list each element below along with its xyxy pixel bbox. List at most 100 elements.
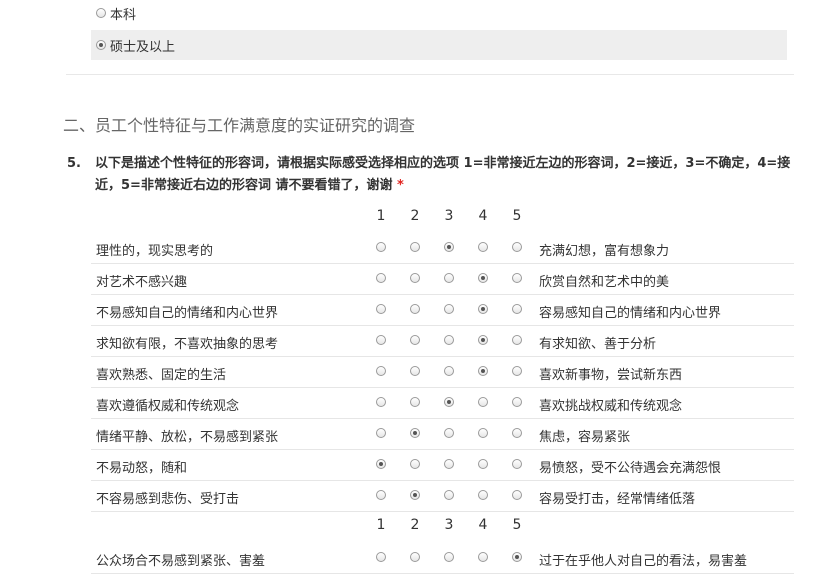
matrix-row: 情绪平静、放松，不易感到紧张 焦虑，容易紧张 [91,418,794,450]
scale-label: 3 [444,517,454,533]
scale-radio-2[interactable] [410,552,420,562]
scale-radio-1[interactable] [376,366,386,376]
scale-radio-3[interactable] [444,242,454,252]
scale-radio-2[interactable] [410,459,420,469]
scale-radio-5[interactable] [512,397,522,407]
scale-radio-4[interactable] [478,552,488,562]
scale-radio-2[interactable] [410,490,420,500]
scale-radio-2[interactable] [410,242,420,252]
scale-label: 1 [376,517,386,533]
scale-radio-1[interactable] [376,490,386,500]
row-right-label: 喜欢挑战权威和传统观念 [539,399,683,414]
scale-radio-4[interactable] [478,459,488,469]
scale-label: 5 [512,208,522,224]
scale-radio-5[interactable] [512,490,522,500]
scale-radio-3[interactable] [444,397,454,407]
section-divider [66,74,794,75]
radio-undergraduate[interactable] [96,8,106,18]
scale-radio-2[interactable] [410,304,420,314]
scale-radio-5[interactable] [512,366,522,376]
scale-radio-1[interactable] [376,428,386,438]
row-left-label: 求知欲有限，不喜欢抽象的思考 [96,337,279,352]
scale-radio-4[interactable] [478,304,488,314]
scale-label: 4 [478,208,488,224]
row-right-label: 容易感知自己的情绪和内心世界 [539,306,722,321]
matrix-row: 理性的，现实思考的 充满幻想，富有想象力 [91,232,794,264]
scale-radio-1[interactable] [376,242,386,252]
scale-radio-3[interactable] [444,490,454,500]
row-left-label: 情绪平静、放松，不易感到紧张 [96,430,279,445]
scale-radio-3[interactable] [444,304,454,314]
row-left-label: 喜欢熟悉、固定的生活 [96,368,227,383]
scale-radio-5[interactable] [512,335,522,345]
scale-radio-2[interactable] [410,335,420,345]
option-label: 本科 [110,7,137,23]
scale-radio-3[interactable] [444,366,454,376]
scale-radio-2[interactable] [410,273,420,283]
row-right-label: 喜欢新事物，尝试新东西 [539,368,683,383]
matrix-row: 不易感知自己的情绪和内心世界 容易感知自己的情绪和内心世界 [91,294,794,326]
scale-radio-2[interactable] [410,366,420,376]
scale-label: 4 [478,517,488,533]
row-right-label: 过于在乎他人对自己的看法，易害羞 [539,554,748,569]
scale-radio-4[interactable] [478,397,488,407]
scale-radio-5[interactable] [512,242,522,252]
scale-radio-3[interactable] [444,552,454,562]
scale-radio-1[interactable] [376,459,386,469]
scale-radio-5[interactable] [512,304,522,314]
question-text-wrap: 以下是描述个性特征的形容词，请根据实际感受选择相应的选项 1=非常接近左边的形容… [95,153,797,197]
scale-radio-5[interactable] [512,428,522,438]
scale-radio-5[interactable] [512,552,522,562]
row-right-label: 易愤怒，受不公待遇会充满怨恨 [539,461,722,476]
scale-radio-1[interactable] [376,552,386,562]
scale-label: 2 [410,208,420,224]
row-left-label: 公众场合不易感到紧张、害羞 [96,554,266,569]
question-title: 5. 以下是描述个性特征的形容词，请根据实际感受选择相应的选项 1=非常接近左边… [67,153,797,197]
scale-label: 2 [410,517,420,533]
row-right-label: 充满幻想，富有想象力 [539,244,670,259]
option-label: 硕士及以上 [110,39,176,55]
question-text: 以下是描述个性特征的形容词，请根据实际感受选择相应的选项 1=非常接近左边的形容… [95,156,791,193]
scale-label: 5 [512,517,522,533]
scale-radio-2[interactable] [410,428,420,438]
row-left-label: 不易动怒，随和 [96,461,188,476]
scale-header-repeat: 1 2 3 4 5 [364,517,534,537]
prev-option-masters[interactable]: 硕士及以上 [91,30,787,60]
matrix-row: 公众场合不易感到紧张、害羞 过于在乎他人对自己的看法，易害羞 [91,542,794,574]
scale-radio-4[interactable] [478,242,488,252]
scale-radio-3[interactable] [444,273,454,283]
prev-option-undergraduate[interactable]: 本科 [91,4,787,23]
scale-label: 3 [444,208,454,224]
radio-masters[interactable] [96,40,106,50]
scale-radio-4[interactable] [478,490,488,500]
scale-radio-4[interactable] [478,335,488,345]
matrix-row: 求知欲有限，不喜欢抽象的思考 有求知欲、善于分析 [91,325,794,357]
scale-radio-1[interactable] [376,397,386,407]
row-left-label: 不容易感到悲伤、受打击 [96,492,240,507]
scale-radio-4[interactable] [478,428,488,438]
scale-header-top: 1 2 3 4 5 [364,208,534,228]
scale-radio-1[interactable] [376,304,386,314]
row-left-label: 对艺术不感兴趣 [96,275,188,290]
matrix-row: 不容易感到悲伤、受打击 容易受打击，经常情绪低落 [91,480,794,512]
row-right-label: 焦虑，容易紧张 [539,430,631,445]
matrix-row: 喜欢熟悉、固定的生活 喜欢新事物，尝试新东西 [91,356,794,388]
scale-radio-5[interactable] [512,273,522,283]
row-right-label: 有求知欲、善于分析 [539,337,657,352]
row-right-label: 容易受打击，经常情绪低落 [539,492,696,507]
scale-radio-4[interactable] [478,366,488,376]
scale-radio-3[interactable] [444,335,454,345]
scale-radio-2[interactable] [410,397,420,407]
scale-radio-1[interactable] [376,335,386,345]
scale-radio-4[interactable] [478,273,488,283]
row-left-label: 理性的，现实思考的 [96,244,214,259]
scale-radio-1[interactable] [376,273,386,283]
scale-radio-5[interactable] [512,459,522,469]
scale-radio-3[interactable] [444,428,454,438]
matrix-row: 对艺术不感兴趣 欣赏自然和艺术中的美 [91,263,794,295]
row-left-label: 喜欢遵循权威和传统观念 [96,399,240,414]
scale-radio-3[interactable] [444,459,454,469]
matrix-row: 不易动怒，随和 易愤怒，受不公待遇会充满怨恨 [91,449,794,481]
row-right-label: 欣赏自然和艺术中的美 [539,275,670,290]
row-left-label: 不易感知自己的情绪和内心世界 [96,306,279,321]
